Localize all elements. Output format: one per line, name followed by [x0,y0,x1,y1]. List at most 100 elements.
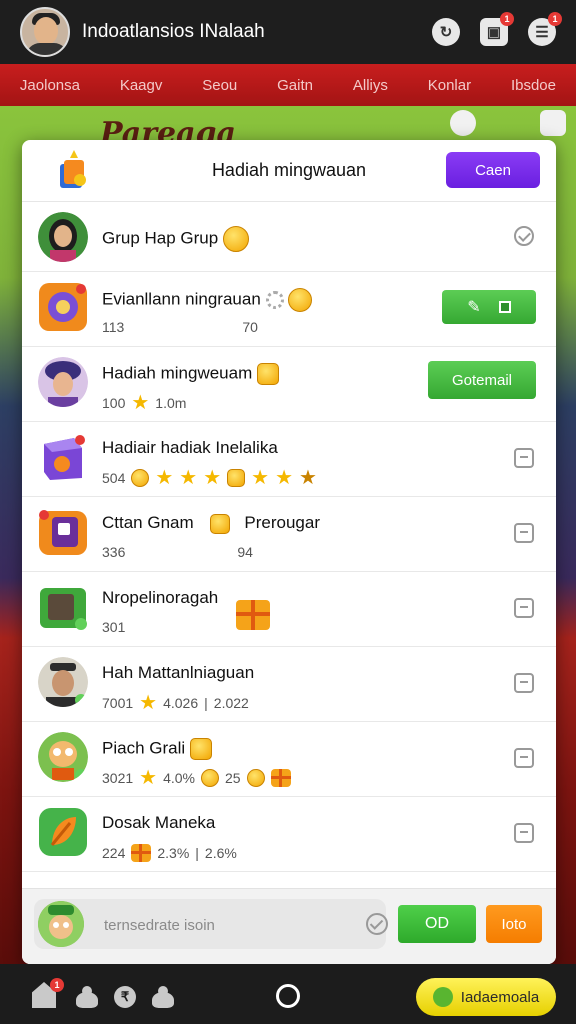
notification-badge: 1 [50,978,64,992]
profile-avatar[interactable] [20,7,70,57]
weekly-reward-modal: Hadiah mingwauan Caen Grup Hap Grup Evia… [22,140,556,964]
row-title: Dosak Maneka [102,813,216,832]
stat-value: 2.3% [157,845,190,861]
stat-value: 301 [102,619,126,635]
coin-icon [131,469,150,487]
stat-value: 7001 [102,695,134,711]
row-title: Hadiah mingweuam [102,363,279,385]
woman-avatar-icon [38,357,88,407]
row-title: Grup Hap Grup [102,226,249,252]
star-icon: ★ [299,467,317,489]
list-item[interactable]: Nropelinoragah 301 [22,572,556,647]
row-stats: 224 2.3% | 2.6% [102,844,237,862]
row-stats: 7001 ★ 4.026 | 2.022 [102,693,249,713]
row-stats: 113 70 [102,319,258,335]
row-title: Piach Grali [102,738,212,760]
checkbox[interactable] [514,673,534,693]
edit-button[interactable]: ✎ [442,290,536,324]
friends-icon[interactable] [152,986,174,1008]
menu-icon[interactable]: ☰ 1 [528,12,562,46]
row-stats: 3021 ★ 4.0% 25 [102,768,291,788]
category-tab[interactable]: Ibsdoe [511,77,556,94]
square-icon [498,301,511,313]
separator: | [204,695,208,711]
coin-icon [201,769,220,787]
claim-button[interactable]: Caen [446,152,540,188]
row-stats: 301 [102,619,125,635]
top-app-bar: Indoatlansios INalaah ↻ ▣ 1 ☰ 1 [0,0,576,64]
stat-value: 4.0% [163,770,196,786]
list-item[interactable]: Hadiah mingweuam 100 ★ 1.0m Gotemail [22,347,556,422]
check-icon[interactable] [514,226,534,246]
list-item[interactable]: Grup Hap Grup [22,202,556,272]
reward-list: Grup Hap Grup Evianllann ningrauan 113 7… [22,202,556,872]
home-circle-icon[interactable] [276,984,300,1008]
star-icon: ★ [203,467,222,489]
checkbox[interactable] [514,523,534,543]
stat-value: 224 [102,845,126,861]
row-title: Nropelinoragah [102,588,219,607]
list-item[interactable]: Hadiair hadiak Inelalika 504 ★ ★ ★ ★ ★ ★ [22,422,556,497]
coin-icon [189,738,212,760]
row-stats: 100 ★ 1.0m [102,393,186,413]
check-icon[interactable] [366,913,388,935]
girl-avatar-icon [38,212,88,262]
green-cabinet-icon [40,588,87,630]
notification-badge: 1 [548,12,562,26]
timer-icon [450,110,476,136]
checkbox[interactable] [514,748,534,768]
row-title: Hadiair hadiak Inelalika [102,438,278,457]
coin-icon [288,288,313,312]
coin-icon [227,469,246,487]
row-title: Evianllann ningrauan [102,288,313,312]
gift-icon [270,769,291,787]
stat-value: 3021 [102,770,134,786]
stat-value: 94 [237,544,253,560]
list-item[interactable]: Piach Grali 3021 ★ 4.0% 25 [22,722,556,797]
yellow-action-button[interactable]: Iadaemoala [416,978,556,1016]
pencil-icon: ✎ [467,299,481,316]
profile-icon[interactable] [76,986,98,1008]
category-tab[interactable]: Seou [202,77,237,94]
stat-value: 25 [225,770,241,786]
row-title: Cttan Gnam Prerougar [102,513,320,534]
gift-icon [236,600,270,630]
collect-button[interactable]: Gotemail [428,361,536,399]
coin-icon[interactable]: ₹ [114,986,136,1008]
checkbox[interactable] [514,823,534,843]
list-item[interactable]: Hah Mattanlniaguan 7001 ★ 4.026 | 2.022 [22,647,556,722]
list-item[interactable]: Evianllann ningrauan 113 70 ✎ [22,272,556,347]
orange-action-button[interactable]: Ioto [486,905,542,943]
category-tab[interactable]: Konlar [428,77,471,94]
cartoon-character-icon [38,732,88,782]
row-stats: 504 ★ ★ ★ ★ ★ ★ [102,467,317,489]
category-tab[interactable]: Kaagv [120,77,163,94]
category-nav: Jaolonsa Kaagv Seou Gaitn Alliys Konlar … [0,64,576,106]
list-item[interactable]: Dosak Maneka 224 2.3% | 2.6% [22,797,556,872]
category-tab[interactable]: Gaitn [277,77,313,94]
button-label: Iadaemoala [460,988,540,1006]
stat-value: 113 [102,319,125,335]
stat-value: 504 [102,470,126,486]
man-avatar-icon [38,657,88,707]
separator: | [195,845,199,861]
category-tab[interactable]: Jaolonsa [20,77,80,94]
star-icon: ★ [179,467,198,489]
checkbox[interactable] [514,598,534,618]
list-item[interactable]: Cttan Gnam Prerougar 336 94 [22,497,556,572]
row-stats: 336 94 [102,544,253,560]
send-button[interactable]: OD [398,905,476,943]
category-tab[interactable]: Alliys [353,77,388,94]
lock-icon [540,110,566,136]
stat-value: 336 [102,544,126,560]
checkbox[interactable] [514,448,534,468]
row-subtitle: Prerougar [244,513,320,532]
modal-footer: ternsedrate isoin OD Ioto [22,888,556,964]
clipboard-icon[interactable]: ▣ 1 [480,12,514,46]
character-avatar [38,901,84,947]
game-controller-icon [39,283,87,331]
stat-value: 70 [242,319,258,335]
app-title: Indoatlansios INalaah [82,21,265,42]
refresh-icon[interactable]: ↻ [432,18,460,46]
gear-icon [265,291,284,309]
